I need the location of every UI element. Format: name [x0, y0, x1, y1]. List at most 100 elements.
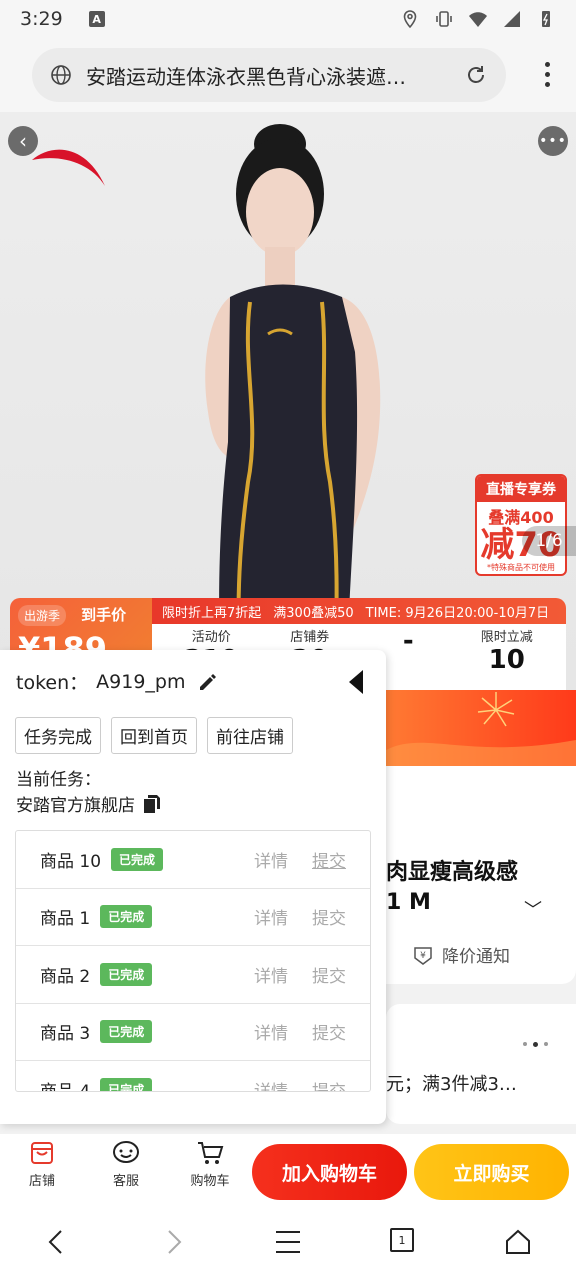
- current-shop-name: 安踏官方旗舰店: [16, 796, 135, 816]
- current-shop: 安踏官方旗舰店: [16, 791, 161, 816]
- live-coupon-badge[interactable]: 直播专享券 叠满400 减70 *特殊商品不可使用: [475, 474, 567, 576]
- list-item: 商品 3 已完成 详情 提交: [16, 1004, 370, 1061]
- promo-col-label: 活动价: [191, 630, 231, 645]
- item-name: 商品 1: [40, 909, 91, 930]
- product-title-line1: 肉显瘦高级感: [386, 860, 519, 885]
- cart-label: 购物车: [190, 1174, 230, 1189]
- current-task-label: 当前任务：: [16, 770, 101, 790]
- service-button[interactable]: 客服: [96, 1140, 156, 1189]
- copy-icon[interactable]: [143, 794, 161, 814]
- browser-toolbar: 安踏运动连体泳衣黑色背心泳装遮…: [0, 38, 576, 112]
- buy-now-button[interactable]: 立即购买: [414, 1144, 569, 1200]
- promo-col: 限时立减 10: [458, 624, 557, 675]
- submit-link[interactable]: 提交: [312, 847, 346, 872]
- menu-icon[interactable]: [274, 1228, 302, 1256]
- item-name: 商品 3: [40, 1024, 91, 1045]
- svg-text:¥: ¥: [420, 951, 426, 961]
- reload-icon[interactable]: [464, 63, 488, 87]
- tabs-icon[interactable]: 1: [390, 1228, 414, 1252]
- submit-link[interactable]: 提交: [312, 1019, 346, 1044]
- detail-link[interactable]: 详情: [254, 1019, 288, 1044]
- promo-col-label: 店铺券: [290, 630, 330, 645]
- task-panel: token： A919_pm 任务完成 回到首页 前往店铺 当前任务： 安踏官方…: [0, 650, 386, 1124]
- customer-service-icon: [113, 1141, 139, 1163]
- shop-label: 店铺: [28, 1174, 55, 1189]
- notification-a-icon: A: [88, 11, 105, 27]
- list-item: 商品 1 已完成 详情 提交: [16, 889, 370, 946]
- promo-head-text2: 满300叠减50: [273, 605, 354, 621]
- shop-button[interactable]: 店铺: [12, 1140, 72, 1189]
- price-tag-icon: ¥: [414, 946, 432, 965]
- more-dots-icon: [523, 1042, 548, 1047]
- submit-link[interactable]: 提交: [312, 962, 346, 987]
- task-complete-button[interactable]: 任务完成: [15, 717, 101, 754]
- detail-link[interactable]: 详情: [254, 1077, 288, 1091]
- item-name: 商品 4: [40, 1081, 91, 1092]
- status-icons: [400, 9, 556, 29]
- product-gallery[interactable]: ‹ ••• 直播专享券 叠满400 减70 *特殊商品不可使用 出游季 到手价 …: [0, 112, 576, 690]
- price-notify-label: 降价通知: [442, 947, 510, 967]
- back-arrow-icon[interactable]: [44, 1228, 68, 1256]
- globe-icon: [51, 65, 71, 85]
- promotion-card[interactable]: 元；满3件减3…: [386, 1004, 576, 1124]
- service-label: 客服: [112, 1174, 139, 1189]
- firework-icon: [386, 692, 576, 766]
- detail-link[interactable]: 详情: [254, 847, 288, 872]
- browser-menu-icon[interactable]: [545, 62, 550, 87]
- detail-link[interactable]: 详情: [254, 962, 288, 987]
- anta-logo-icon: [32, 149, 105, 186]
- status-badge: 已完成: [100, 1077, 153, 1091]
- cart-button[interactable]: 购物车: [180, 1140, 240, 1189]
- image-pager: 1/6: [522, 526, 576, 556]
- detail-link[interactable]: 详情: [254, 904, 288, 929]
- submit-link[interactable]: 提交: [312, 1077, 346, 1091]
- promo-head: 限时折上再7折起 满300叠减50 TIME: 9月26日20:00-10月7日: [152, 598, 566, 624]
- promo-col-label: 限时立减: [480, 630, 533, 645]
- product-info-card: 肉显瘦高级感 1 M ﹀ ¥ 降价通知: [386, 766, 576, 984]
- season-tag: 出游季: [18, 605, 67, 626]
- wifi-icon: [469, 12, 487, 27]
- event-banner[interactable]: [386, 690, 576, 766]
- status-bar: 3:29 A: [0, 0, 576, 38]
- hand-price-label: 到手价: [81, 606, 127, 624]
- submit-link[interactable]: 提交: [312, 904, 346, 929]
- address-bar[interactable]: 安踏运动连体泳衣黑色背心泳装遮…: [32, 48, 506, 102]
- chevron-down-icon[interactable]: ﹀: [524, 896, 542, 922]
- token-row: token： A919_pm: [16, 668, 219, 695]
- back-icon[interactable]: ‹: [8, 126, 38, 156]
- live-badge-note: *特殊商品不可使用: [487, 563, 555, 572]
- forward-arrow-icon[interactable]: [162, 1228, 186, 1256]
- edit-icon[interactable]: [197, 671, 219, 693]
- item-name: 商品 2: [40, 966, 91, 987]
- status-badge: 已完成: [100, 1020, 153, 1044]
- promo-col-value: 10: [488, 645, 525, 675]
- price-notify-button[interactable]: ¥ 降价通知: [412, 942, 510, 967]
- browser-navbar: 1: [0, 1206, 576, 1280]
- signal-icon: [504, 11, 520, 27]
- page-title: 安踏运动连体泳衣黑色背心泳装遮…: [86, 64, 406, 89]
- vibrate-icon: [436, 11, 452, 27]
- add-to-cart-button[interactable]: 加入购物车: [252, 1144, 407, 1200]
- task-list: 商品 10 已完成 详情 提交 商品 1 已完成 详情 提交 商品 2 已完成 …: [15, 830, 371, 1092]
- home-icon[interactable]: [504, 1228, 532, 1256]
- cart-icon: [198, 1142, 224, 1164]
- status-time: 3:29: [20, 8, 63, 30]
- panel-action-buttons: 任务完成 回到首页 前往店铺: [15, 717, 293, 754]
- back-home-button[interactable]: 回到首页: [111, 717, 197, 754]
- go-store-button[interactable]: 前往店铺: [207, 717, 293, 754]
- token-value: A919_pm: [96, 670, 186, 693]
- product-action-bar: 店铺 客服 购物车 加入购物车 立即购买: [0, 1134, 576, 1206]
- promotion-text: 元；满3件减3…: [386, 1074, 517, 1095]
- battery-icon: [542, 11, 550, 27]
- collapse-panel-icon[interactable]: [347, 668, 365, 696]
- more-options-icon[interactable]: •••: [538, 126, 568, 156]
- list-item: 商品 10 已完成 详情 提交: [16, 831, 370, 889]
- status-badge: 已完成: [111, 847, 164, 871]
- promo-head-text: 限时折上再7折起: [162, 605, 262, 621]
- list-item: 商品 4 已完成 详情 提交: [16, 1061, 370, 1092]
- list-item: 商品 2 已完成 详情 提交: [16, 946, 370, 1004]
- location-icon: [403, 10, 417, 29]
- promo-head-time: TIME: 9月26日20:00-10月7日: [365, 605, 550, 621]
- item-name: 商品 10: [40, 851, 102, 872]
- status-badge: 已完成: [100, 905, 153, 929]
